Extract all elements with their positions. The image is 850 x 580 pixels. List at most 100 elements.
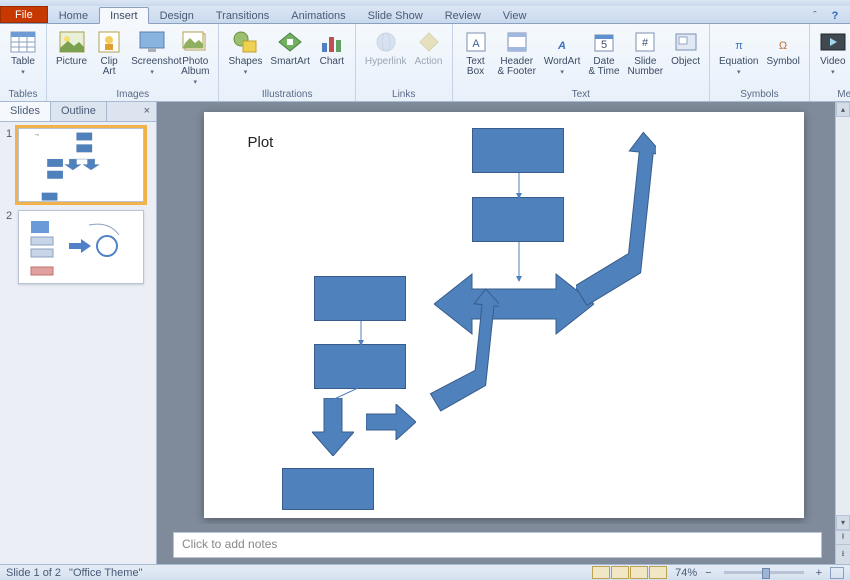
shape-bent-arrow[interactable] — [429, 287, 499, 417]
slidenumber-btn[interactable]: #Slide Number — [625, 26, 667, 79]
svg-text:A: A — [472, 38, 480, 50]
panel-tab-outline[interactable]: Outline — [51, 102, 107, 121]
svg-text:Plot: Plot — [36, 133, 40, 136]
tab-transitions[interactable]: Transitions — [205, 7, 280, 23]
ribbon-tabs: File Home Insert Design Transitions Anim… — [0, 6, 850, 24]
editor-area: Plot — [157, 102, 850, 564]
vertical-scrollbar[interactable]: ▴ ▾ ⭱ ⭳ — [835, 102, 850, 564]
group-symbols: πEquation▾ ΩSymbol Symbols — [710, 24, 810, 101]
tab-view[interactable]: View — [492, 7, 538, 23]
smartart-btn[interactable]: SmartArt — [267, 26, 312, 69]
symbol-btn[interactable]: ΩSymbol — [764, 26, 803, 69]
svg-text:A: A — [557, 40, 566, 52]
picture-icon — [58, 28, 86, 56]
datetime-icon: 5 — [590, 28, 618, 56]
equation-icon: π — [725, 28, 753, 56]
svg-text:Ω: Ω — [779, 40, 787, 52]
symbol-icon: Ω — [769, 28, 797, 56]
object-icon — [672, 28, 700, 56]
shape-rect[interactable] — [472, 197, 564, 242]
shape-connector[interactable] — [516, 242, 522, 282]
table-icon — [9, 28, 37, 56]
clipart-btn[interactable]: Clip Art — [92, 26, 126, 79]
headerfooter-icon — [503, 28, 531, 56]
photoalbum-icon — [181, 28, 209, 56]
reading-view-btn[interactable] — [630, 566, 648, 579]
shape-down-arrow[interactable] — [312, 398, 354, 456]
svg-text:5: 5 — [601, 39, 607, 51]
sorter-view-btn[interactable] — [611, 566, 629, 579]
wordart-btn[interactable]: AWordArt▾ — [541, 26, 584, 78]
screenshot-btn[interactable]: Screenshot▾ — [128, 26, 176, 78]
status-bar: Slide 1 of 2 "Office Theme" 74% − + — [0, 564, 850, 580]
zoom-out-icon[interactable]: − — [705, 567, 711, 579]
object-btn[interactable]: Object — [668, 26, 703, 69]
textbox-icon: A — [462, 28, 490, 56]
slide-canvas[interactable]: Plot — [204, 112, 804, 518]
hyperlink-btn: Hyperlink — [362, 26, 410, 69]
group-illustrations: Shapes▾ SmartArt Chart Illustrations — [219, 24, 355, 101]
status-slide: Slide 1 of 2 — [6, 567, 61, 579]
panel-close-icon[interactable]: × — [138, 102, 156, 121]
zoom-in-icon[interactable]: + — [816, 567, 822, 579]
table-btn[interactable]: Table▾ — [6, 26, 40, 78]
datetime-btn[interactable]: 5Date & Time — [585, 26, 622, 79]
fit-window-icon[interactable] — [830, 567, 844, 579]
shape-rect[interactable] — [314, 344, 406, 389]
headerfooter-btn[interactable]: Header & Footer — [495, 26, 539, 79]
shape-connector[interactable] — [358, 321, 364, 346]
slidenumber-icon: # — [631, 28, 659, 56]
video-btn[interactable]: Video▾ — [816, 26, 850, 78]
panel-tab-slides[interactable]: Slides — [0, 102, 51, 121]
textbox-btn[interactable]: AText Box — [459, 26, 493, 79]
hyperlink-icon — [372, 28, 400, 56]
shape-rect[interactable] — [472, 128, 564, 173]
ribbon: Table▾ Tables Picture Clip Art Screensho… — [0, 24, 850, 102]
photoalbum-btn[interactable]: Photo Album▾ — [178, 26, 212, 88]
chart-icon — [318, 28, 346, 56]
slide-title[interactable]: Plot — [248, 134, 274, 151]
slide-thumb-2[interactable] — [18, 210, 144, 284]
tab-insert[interactable]: Insert — [99, 7, 149, 24]
shape-rect[interactable] — [314, 276, 406, 321]
video-icon — [819, 28, 847, 56]
action-icon — [415, 28, 443, 56]
thumb-number: 1 — [6, 128, 18, 202]
zoom-slider[interactable] — [724, 571, 804, 574]
shape-rect[interactable] — [282, 468, 374, 510]
wordart-icon: A — [548, 28, 576, 56]
screenshot-icon — [138, 28, 166, 56]
equation-btn[interactable]: πEquation▾ — [716, 26, 761, 78]
svg-text:π: π — [735, 40, 743, 52]
chart-btn[interactable]: Chart — [315, 26, 349, 69]
tab-home[interactable]: Home — [48, 7, 99, 23]
shape-bent-arrow[interactable] — [576, 130, 656, 310]
action-btn: Action — [412, 26, 446, 69]
tab-file[interactable]: File — [0, 6, 48, 23]
help-icon[interactable]: ? — [828, 9, 842, 23]
shape-right-arrow[interactable] — [366, 404, 416, 440]
scroll-up-icon[interactable]: ▴ — [836, 102, 850, 117]
minimize-ribbon-icon[interactable]: ˆ — [808, 9, 822, 23]
shapes-btn[interactable]: Shapes▾ — [225, 26, 265, 78]
zoom-value[interactable]: 74% — [675, 567, 697, 579]
svg-text:#: # — [642, 37, 649, 49]
slide-thumb-1[interactable]: Plot — [18, 128, 144, 202]
normal-view-btn[interactable] — [592, 566, 610, 579]
shape-connector[interactable] — [328, 388, 388, 402]
group-images: Picture Clip Art Screenshot▾ Photo Album… — [47, 24, 219, 101]
prev-slide-icon[interactable]: ⭱ — [836, 530, 850, 544]
tab-slideshow[interactable]: Slide Show — [357, 7, 434, 23]
shape-connector[interactable] — [516, 173, 522, 199]
tab-design[interactable]: Design — [149, 7, 205, 23]
tab-review[interactable]: Review — [434, 7, 492, 23]
group-text: AText Box Header & Footer AWordArt▾ 5Dat… — [453, 24, 710, 101]
next-slide-icon[interactable]: ⭳ — [836, 544, 850, 564]
notes-pane[interactable]: Click to add notes — [173, 532, 822, 558]
tab-animations[interactable]: Animations — [280, 7, 356, 23]
picture-btn[interactable]: Picture — [53, 26, 90, 69]
group-media: Video▾ Audio▾ Media — [810, 24, 850, 101]
slideshow-view-btn[interactable] — [649, 566, 667, 579]
scroll-down-icon[interactable]: ▾ — [836, 515, 850, 530]
thumb-number: 2 — [6, 210, 18, 284]
